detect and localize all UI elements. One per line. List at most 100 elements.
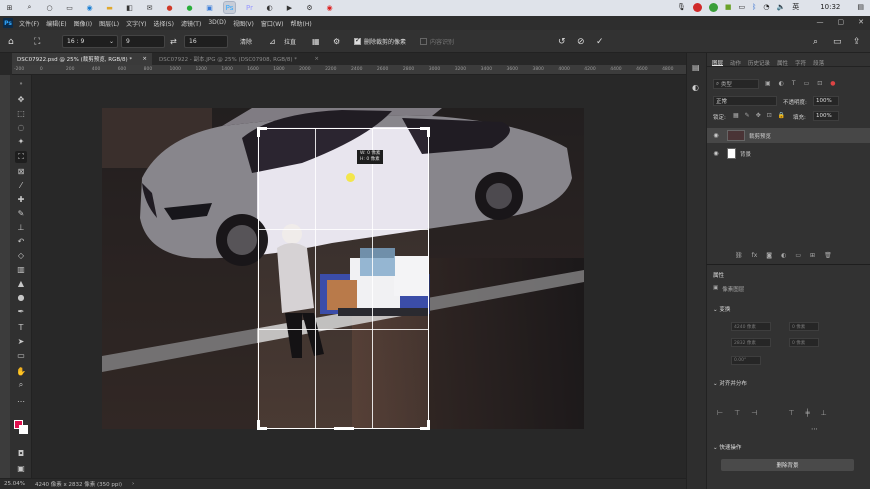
blur-tool-icon[interactable]: ▲ <box>15 277 27 289</box>
visibility-eye-icon[interactable]: ◉ <box>711 132 721 139</box>
battery-icon[interactable]: ▭ <box>739 3 746 11</box>
height-input[interactable]: 16 <box>184 35 228 48</box>
delete-cropped-checkbox[interactable]: 删除裁剪的像素 <box>354 35 406 48</box>
share-icon[interactable]: ⇪ <box>853 35 861 48</box>
maximize-icon[interactable]: ▢ <box>838 18 845 26</box>
straighten-icon[interactable]: ⊿ <box>269 35 276 48</box>
opacity-input[interactable]: 100% <box>813 96 839 106</box>
remove-background-button[interactable]: 删除背景 <box>721 459 854 471</box>
close-icon[interactable]: × <box>314 56 319 62</box>
tab-document-active[interactable]: DSC07922.psd @ 25% (裁剪预览, RGB/8) * × <box>12 53 152 65</box>
photoshop-taskbar-icon[interactable]: Ps <box>223 1 236 14</box>
trash-icon[interactable]: 🗑 <box>824 252 832 259</box>
ime-indicator[interactable]: 英 <box>792 2 799 12</box>
background-color-swatch[interactable] <box>19 425 28 434</box>
filter-pixel-icon[interactable]: ▣ <box>765 80 771 87</box>
mask-icon[interactable]: ◙ <box>766 252 772 259</box>
group-icon[interactable]: ▭ <box>795 252 801 259</box>
menu-3d[interactable]: 3D(D) <box>208 19 226 28</box>
align-top-icon[interactable]: ⊤ <box>788 409 794 417</box>
lasso-tool-icon[interactable]: ◌ <box>15 121 27 133</box>
mail-icon[interactable]: ✉ <box>144 2 155 13</box>
crop-handle-tr[interactable] <box>427 127 430 137</box>
minimize-icon[interactable]: — <box>817 18 824 26</box>
record-icon[interactable]: ◉ <box>324 2 335 13</box>
clear-button[interactable]: 清除 <box>240 35 252 48</box>
menu-help[interactable]: 帮助(H) <box>291 19 312 28</box>
menu-type[interactable]: 文字(Y) <box>126 19 146 28</box>
filter-type-icon[interactable]: T <box>792 80 796 87</box>
align-section[interactable]: ⌄ 对齐并分布 <box>713 379 747 387</box>
layer-name[interactable]: 背景 <box>740 150 751 158</box>
tab-actions[interactable]: 动作 <box>730 59 741 67</box>
clone-stamp-icon[interactable]: ⊥ <box>15 221 27 233</box>
swap-icon[interactable]: ⇄ <box>170 35 177 48</box>
x-field[interactable]: 0 像素 <box>789 322 819 331</box>
lock-move-icon[interactable]: ✥ <box>756 112 761 119</box>
eyedropper-icon[interactable]: ⁄ <box>15 179 27 191</box>
blend-mode-select[interactable]: 正常 <box>713 96 777 106</box>
crop-handle-tl[interactable] <box>257 127 260 137</box>
app-icon[interactable]: ● <box>164 2 175 13</box>
tab-character[interactable]: 字符 <box>795 59 806 67</box>
taskview-icon[interactable]: ▭ <box>64 2 75 13</box>
marquee-tool-icon[interactable]: ⬚ <box>15 107 27 119</box>
more-tools-icon[interactable]: ⋯ <box>15 395 27 407</box>
layer-filter-select[interactable]: ⌕ 类型 <box>713 79 759 89</box>
crop-box[interactable] <box>257 127 430 430</box>
premiere-icon[interactable]: Pr <box>244 2 255 13</box>
notification-icon[interactable]: ▤ <box>857 3 864 11</box>
zoom-level[interactable]: 25.04% <box>4 481 25 487</box>
menu-image[interactable]: 图像(I) <box>74 19 92 28</box>
straighten-button[interactable]: 拉直 <box>284 35 296 48</box>
history-brush-icon[interactable]: ↶ <box>15 235 27 247</box>
align-middle-icon[interactable]: ╪ <box>805 409 809 417</box>
new-layer-icon[interactable]: ⊞ <box>810 252 815 259</box>
grid-overlay-icon[interactable]: ▦ <box>312 35 320 48</box>
y-field[interactable]: 0 像素 <box>789 338 819 347</box>
gear-icon[interactable]: ⚙ <box>304 2 315 13</box>
search-icon[interactable]: ⌕ <box>24 2 35 13</box>
quick-actions-section[interactable]: ⌄ 快速操作 <box>713 443 741 451</box>
photo-app-icon[interactable]: ▣ <box>204 2 215 13</box>
filter-smart-icon[interactable]: ⊡ <box>817 80 822 87</box>
collapse-icon[interactable]: » <box>15 78 27 90</box>
layer-row[interactable]: ◉ 裁剪预览 <box>707 128 870 143</box>
layer-row[interactable]: ◉ 背景 <box>707 146 870 161</box>
filter-adjust-icon[interactable]: ◐ <box>779 80 784 87</box>
transform-section[interactable]: ⌄ 变换 <box>713 305 730 313</box>
crop-tool-icon[interactable]: ⛶ <box>15 151 27 163</box>
tab-document-copy[interactable]: DSC07922 - 副本.JPG @ 25% (DSC07908, RGB/8… <box>154 53 324 65</box>
ratio-select[interactable]: 16 : 9 ⌄ <box>62 35 118 48</box>
layer-name[interactable]: 裁剪预览 <box>749 132 771 140</box>
start-icon[interactable]: ⊞ <box>4 2 15 13</box>
adjustments-panel-icon[interactable]: ◐ <box>692 83 699 92</box>
align-right-icon[interactable]: ⊣ <box>751 409 757 417</box>
crop-handle-bl[interactable] <box>257 420 260 430</box>
mic-icon[interactable]: 🎙 <box>677 3 686 11</box>
height-field[interactable]: 2832 像素 <box>731 338 771 347</box>
crop-handle-bottom[interactable] <box>334 427 354 430</box>
menu-select[interactable]: 选择(S) <box>153 19 174 28</box>
tab-layers[interactable]: 图层 <box>712 59 724 67</box>
healing-brush-icon[interactable]: ✚ <box>15 193 27 205</box>
content-aware-checkbox[interactable]: 内容识别 <box>420 35 454 48</box>
filter-shape-icon[interactable]: ▭ <box>804 80 810 87</box>
move-tool-icon[interactable]: ✥ <box>15 93 27 105</box>
reset-icon[interactable]: ↺ <box>558 35 566 48</box>
lock-all-icon[interactable]: 🔒 <box>778 112 785 119</box>
lock-artboard-icon[interactable]: ⊡ <box>767 112 772 119</box>
commit-check-icon[interactable]: ✓ <box>596 35 604 48</box>
eraser-icon[interactable]: ◇ <box>15 249 27 261</box>
align-left-icon[interactable]: ⊢ <box>717 409 723 417</box>
store-icon[interactable]: ◧ <box>124 2 135 13</box>
bluetooth-icon[interactable]: ᛒ <box>752 3 756 11</box>
wechat-icon[interactable]: ● <box>184 2 195 13</box>
tab-history[interactable]: 历史记录 <box>748 59 770 67</box>
cortana-icon[interactable]: ○ <box>44 2 55 13</box>
fx-icon[interactable]: fx <box>752 252 758 259</box>
dodge-tool-icon[interactable]: ● <box>15 291 27 303</box>
tab-paragraph[interactable]: 段落 <box>813 59 824 67</box>
menu-filter[interactable]: 滤镜(T) <box>181 19 201 28</box>
menu-view[interactable]: 视图(V) <box>233 19 254 28</box>
